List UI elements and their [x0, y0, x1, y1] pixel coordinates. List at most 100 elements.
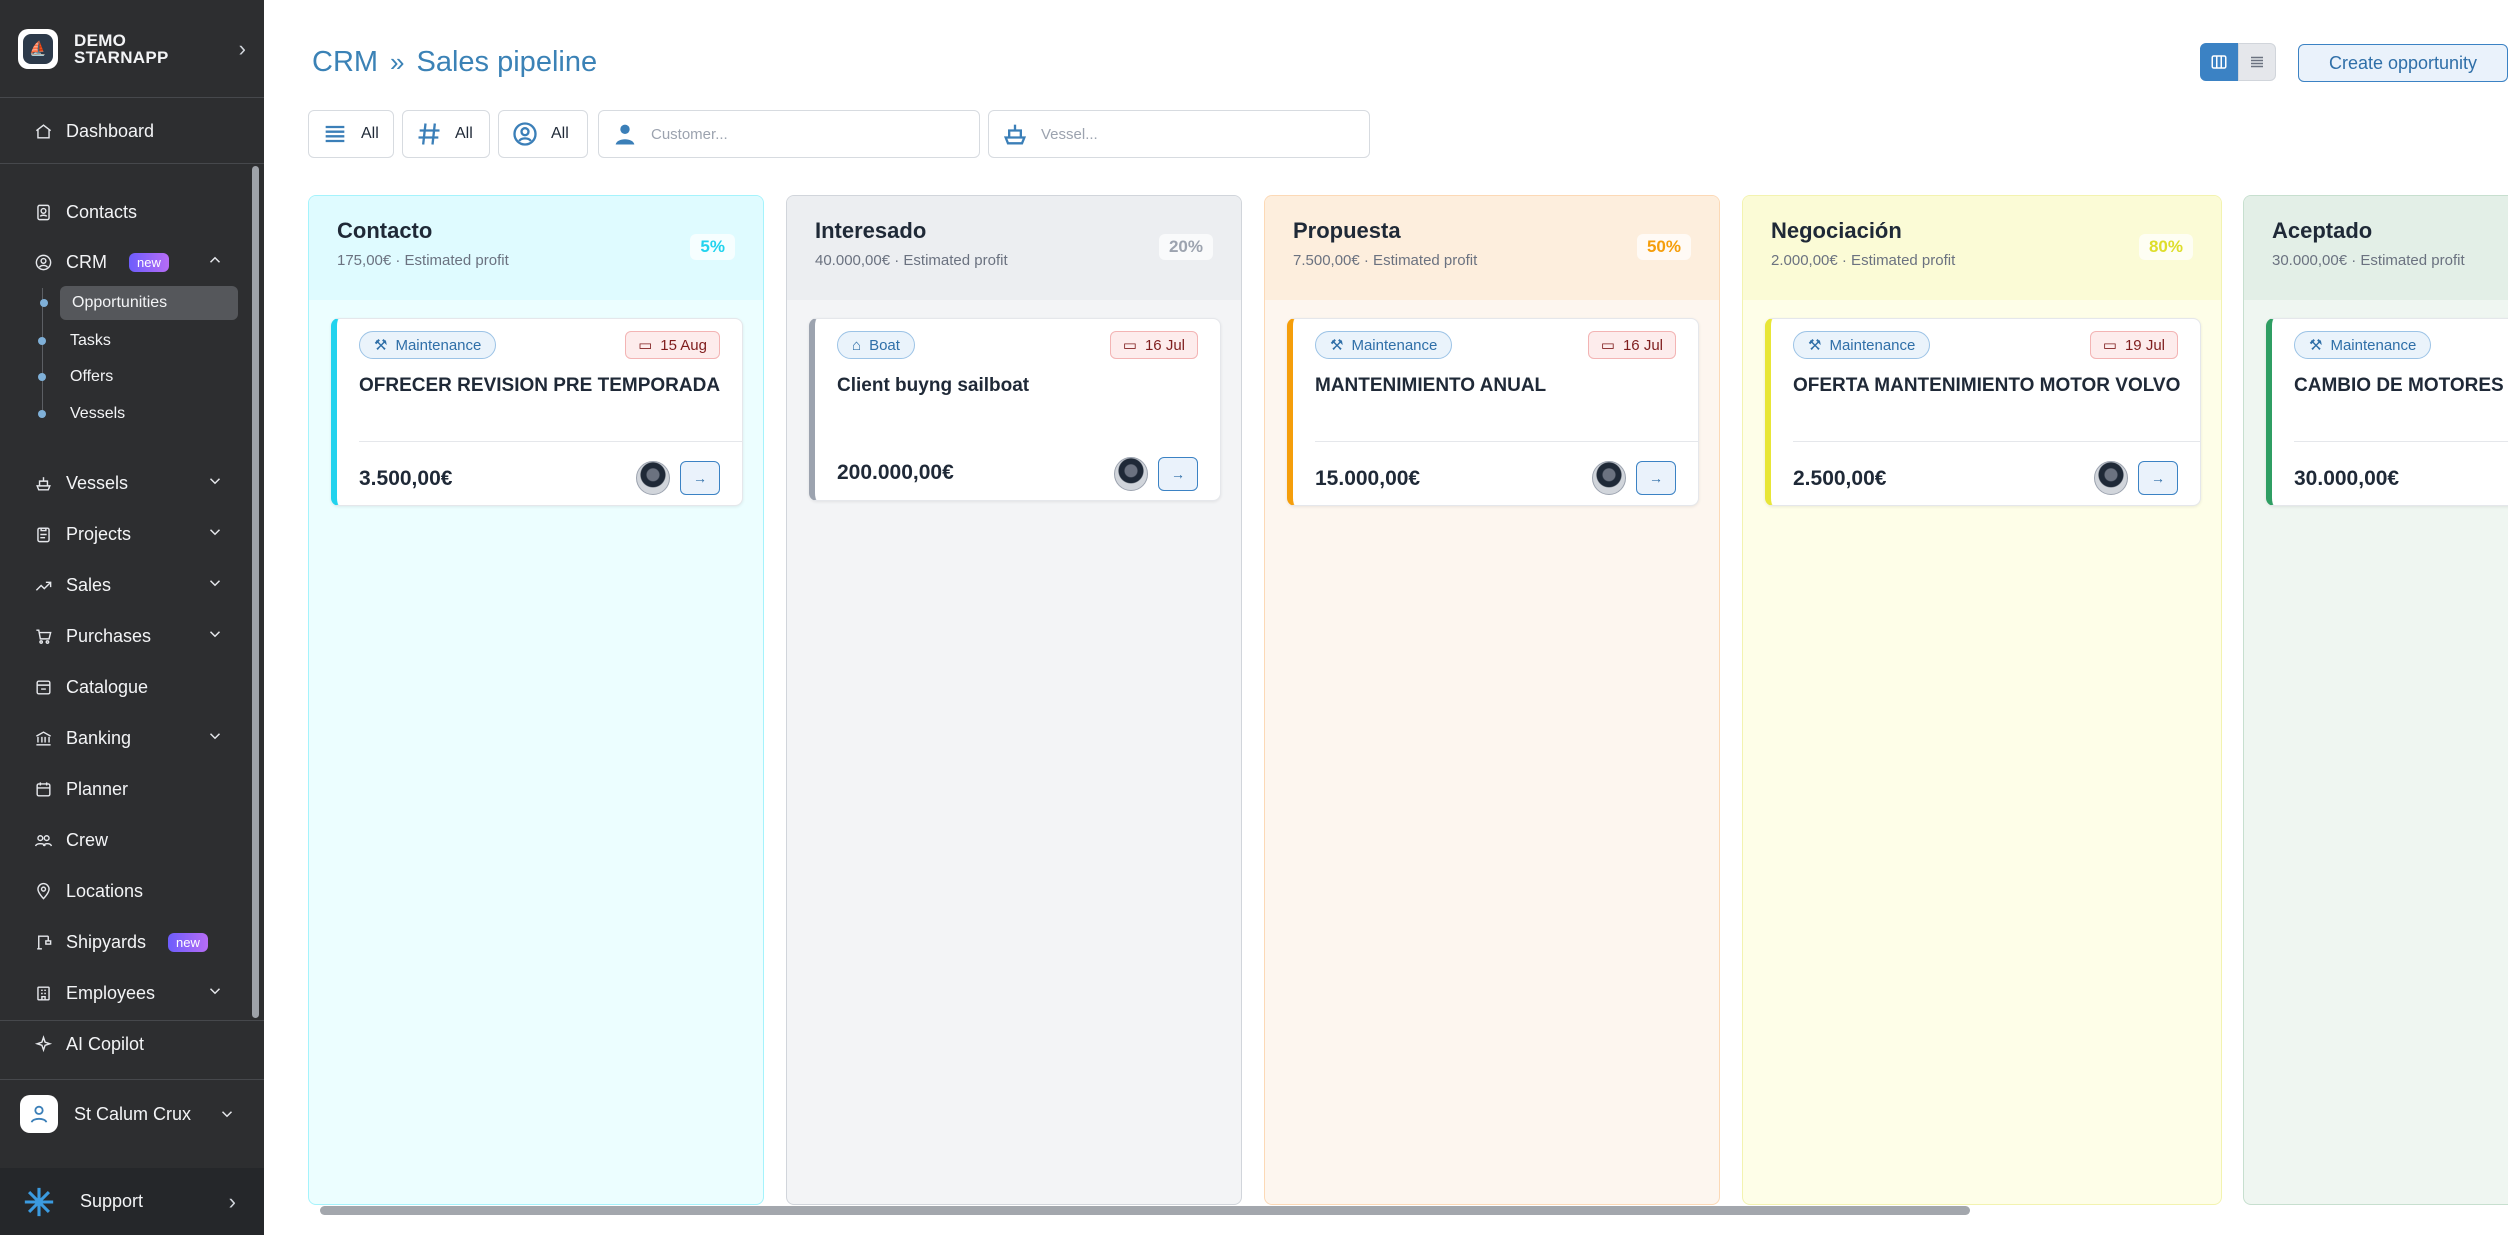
- horizontal-scrollbar[interactable]: [312, 1206, 2502, 1216]
- sidebar-scrollbar[interactable]: [252, 166, 259, 1018]
- opportunity-title: OFRECER REVISION PRE TEMPORADA: [359, 375, 721, 396]
- breadcrumb-crm[interactable]: CRM: [312, 46, 378, 79]
- user-menu[interactable]: St Calum Crux: [0, 1090, 264, 1138]
- sidebar-item-shipyards[interactable]: Shipyards new: [0, 920, 264, 964]
- bullet-dot: [38, 337, 46, 345]
- vessel-filter[interactable]: Vessel...: [988, 110, 1370, 158]
- calendar-icon: [32, 778, 54, 800]
- bullet-dot: [40, 299, 48, 307]
- sidebar-item-sales[interactable]: Sales: [0, 563, 264, 607]
- opportunity-card[interactable]: ⌂ Boat ▭ 16 Jul Client buyng sailboat 200.…: [809, 318, 1221, 501]
- arrow-right-icon: →: [1649, 470, 1663, 486]
- opportunity-title: CAMBIO DE MOTORES: [2294, 375, 2504, 396]
- clipboard-icon: [32, 523, 54, 545]
- users-icon: [32, 829, 54, 851]
- opportunity-title: OFERTA MANTENIMIENTO MOTOR VOLVO: [1793, 375, 2181, 396]
- bank-icon: [32, 727, 54, 749]
- column-header: Aceptado 30.000,00€ · Estimated profit: [2244, 196, 2508, 300]
- sidebar-item-ai-copilot[interactable]: AI Copilot: [0, 1022, 264, 1066]
- arrow-right-icon: →: [2151, 470, 2165, 486]
- sidebar-subitem-vessels[interactable]: Vessels: [38, 397, 238, 431]
- support-button[interactable]: Support ›: [0, 1168, 264, 1235]
- subitem-label: Vessels: [70, 405, 126, 422]
- stage-filter[interactable]: All: [308, 110, 394, 158]
- chevron-right-icon: ›: [238, 35, 246, 61]
- column-profit: 30.000,00€ · Estimated profit: [2272, 252, 2465, 269]
- opportunity-card[interactable]: ⚒ Maintenance CAMBIO DE MOTORES 30.000,00…: [2266, 318, 2508, 506]
- sidebar-item-label: Employees: [66, 982, 156, 1003]
- sidebar-item-purchases[interactable]: Purchases: [0, 614, 264, 658]
- divider: [1793, 441, 2200, 442]
- sidebar-item-projects[interactable]: Projects: [0, 512, 264, 556]
- sidebar-item-label: Dashboard: [66, 120, 155, 141]
- sidebar-item-vessels[interactable]: Vessels: [0, 461, 264, 505]
- open-opportunity-button[interactable]: →: [1158, 457, 1198, 491]
- column-profit: 175,00€ · Estimated profit: [337, 252, 509, 269]
- opportunity-amount: 15.000,00€: [1315, 467, 1421, 490]
- wrench-icon: ⚒: [1330, 337, 1344, 354]
- create-opportunity-button[interactable]: Create opportunity: [2298, 44, 2508, 82]
- sidebar-item-label: Crew: [66, 829, 109, 850]
- number-filter[interactable]: All: [402, 110, 490, 158]
- sidebar-item-employees[interactable]: Employees: [0, 971, 264, 1015]
- opportunity-card[interactable]: ⚒ Maintenance ▭ 16 Jul MANTENIMIENTO ANUAL…: [1287, 318, 1699, 506]
- column-profit: 2.000,00€ · Estimated profit: [1771, 252, 1956, 269]
- sidebar-item-planner[interactable]: Planner: [0, 767, 264, 811]
- divider: [0, 1020, 264, 1021]
- list-view-button[interactable]: [2238, 43, 2276, 81]
- sidebar-subitem-tasks[interactable]: Tasks: [38, 324, 238, 358]
- sidebar-item-banking[interactable]: Banking: [0, 716, 264, 760]
- address-book-icon: [32, 201, 54, 223]
- column-header: Propuesta 7.500,00€ · Estimated profit 5…: [1265, 196, 1719, 300]
- sidebar-item-dashboard[interactable]: Dashboard: [0, 109, 264, 153]
- owner-filter[interactable]: All: [498, 110, 588, 158]
- user-name: St Calum Crux: [74, 1103, 192, 1124]
- new-badge: new: [129, 252, 169, 272]
- scrollbar-thumb[interactable]: [320, 1206, 1970, 1215]
- columns-icon: [2211, 55, 2227, 69]
- customer-input: Customer...: [651, 125, 728, 143]
- wrench-icon: ⚒: [1808, 337, 1822, 354]
- sidebar-item-catalogue[interactable]: Catalogue: [0, 665, 264, 709]
- owner-filter-value: All: [551, 125, 569, 142]
- sidebar-item-contacts[interactable]: Contacts: [0, 190, 264, 234]
- sidebar-subitem-offers[interactable]: Offers: [38, 360, 238, 394]
- ship-icon: [1003, 124, 1027, 145]
- open-opportunity-button[interactable]: →: [2138, 461, 2178, 495]
- column-probability: 50%: [1636, 234, 1691, 260]
- date-label: 16 Jul: [1144, 336, 1185, 354]
- sidebar-item-label: Locations: [66, 880, 144, 901]
- hash-icon: [418, 123, 440, 145]
- type-tag: ⚒ Maintenance: [1315, 331, 1453, 359]
- type-tag: ⚒ Maintenance: [1793, 331, 1931, 359]
- customer-filter[interactable]: Customer...: [598, 110, 980, 158]
- avatar: [636, 461, 670, 495]
- column-name: Negociación: [1771, 218, 1902, 243]
- opportunity-card[interactable]: ⚒ Maintenance ▭ 19 Jul OFERTA MANTENIMIENT…: [1765, 318, 2201, 506]
- crane-icon: [32, 931, 54, 953]
- open-opportunity-button[interactable]: →: [680, 461, 720, 495]
- sidebar-item-crm[interactable]: CRM new: [0, 240, 264, 284]
- type-tag: ⌂ Boat: [837, 331, 915, 359]
- chevron-down-icon: [206, 625, 224, 648]
- date-label: 15 Aug: [660, 336, 707, 354]
- sidebar-subitem-opportunities[interactable]: Opportunities: [40, 286, 238, 320]
- sidebar-item-label: Projects: [66, 523, 132, 544]
- list-icon: [325, 125, 345, 143]
- open-opportunity-button[interactable]: →: [1636, 461, 1676, 495]
- opportunity-amount: 30.000,00€: [2294, 467, 2400, 490]
- date-label: 19 Jul: [2124, 336, 2165, 354]
- column-profit: 40.000,00€ · Estimated profit: [815, 252, 1008, 269]
- sidebar-item-label: Vessels: [66, 472, 129, 493]
- trend-up-icon: [32, 574, 54, 596]
- calendar-icon: ▭: [1600, 337, 1615, 354]
- brand-switcher[interactable]: ⛵ DEMO STARNAPP ›: [0, 0, 264, 98]
- chevron-down-icon: [206, 574, 224, 597]
- opportunity-card[interactable]: ⚒ Maintenance ▭ 15 Aug OFRECER REVISION PR…: [331, 318, 743, 506]
- sidebar-item-locations[interactable]: Locations: [0, 869, 264, 913]
- breadcrumb: CRM » Sales pipeline: [312, 46, 597, 79]
- column-header: Negociación 2.000,00€ · Estimated profit…: [1743, 196, 2221, 300]
- kanban-view-button[interactable]: [2200, 43, 2238, 81]
- sidebar-item-crew[interactable]: Crew: [0, 818, 264, 862]
- type-tag: ⚒ Maintenance: [359, 331, 497, 359]
